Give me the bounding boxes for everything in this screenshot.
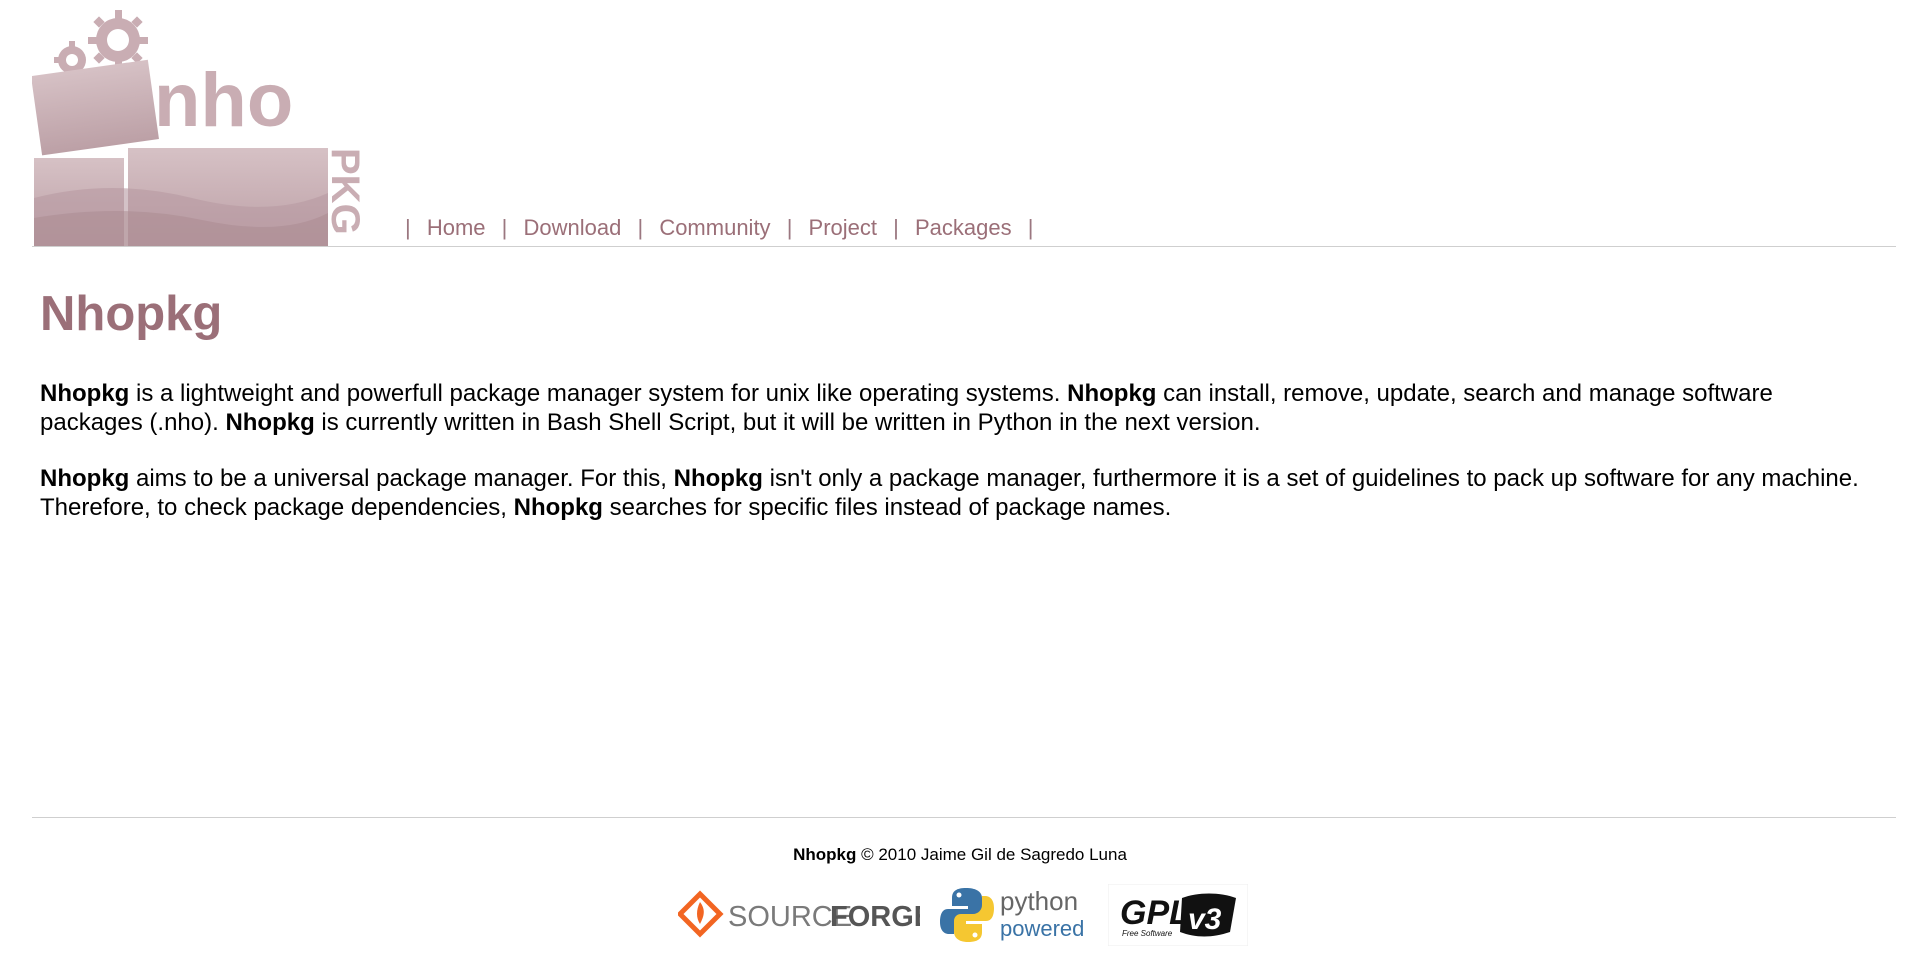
paragraph-text: aims to be a universal package manager. … — [129, 465, 674, 492]
nav-separator: | — [637, 215, 644, 240]
footer-badges: SOURCE FORGE python powered GPL v3 Free … — [678, 884, 1248, 946]
footer-brand: Nhopkg — [793, 845, 857, 864]
nhopkg-logo[interactable]: nho PKG — [32, 8, 362, 246]
nav-separator: | — [1027, 215, 1034, 240]
paragraph-text: searches for specific files instead of p… — [602, 494, 1172, 521]
footer-copyright: Nhopkg © 2010 Jaime Gil de Sagredo Luna — [0, 845, 1920, 865]
python-logo-icon — [940, 888, 994, 942]
python-powered-badge[interactable]: python powered — [940, 884, 1090, 946]
main-nav: | Home | Download | Community | Project … — [395, 215, 1043, 241]
powered-word: powered — [1000, 916, 1084, 941]
brand-name: Nhopkg — [40, 465, 130, 492]
nav-link-download[interactable]: Download — [524, 215, 622, 240]
nav-link-project[interactable]: Project — [809, 215, 877, 240]
brand-name: Nhopkg — [1067, 380, 1157, 407]
page: nho PKG | Home | Download | Community | … — [0, 0, 1920, 967]
header: nho PKG | Home | Download | Community | … — [32, 0, 1896, 247]
logo-side-text: PKG — [323, 148, 362, 235]
nav-separator: | — [405, 215, 411, 240]
nav-separator: | — [786, 215, 793, 240]
gpl-word: GPL — [1120, 894, 1190, 932]
sourceforge-word2: FORGE — [830, 901, 920, 933]
page-title: Nhopkg — [40, 287, 223, 341]
paragraph-text: is currently written in Bash Shell Scrip… — [314, 409, 1261, 436]
v3-word: v3 — [1188, 903, 1222, 936]
brand-name: Nhopkg — [40, 380, 130, 407]
brand-name: Nhopkg — [673, 465, 763, 492]
nav-separator: | — [501, 215, 508, 240]
gplv3-badge[interactable]: GPL v3 Free Software — [1108, 884, 1248, 946]
sourceforge-badge[interactable]: SOURCE FORGE — [678, 884, 920, 946]
brand-name: Nhopkg — [225, 409, 315, 436]
goal-paragraph: Nhopkg aims to be a universal package ma… — [40, 464, 1880, 522]
footer-divider — [32, 817, 1896, 818]
brand-name: Nhopkg — [513, 494, 603, 521]
logo-text: nho — [154, 58, 293, 143]
nav-link-home[interactable]: Home — [427, 215, 486, 240]
paragraph-text: is a lightweight and powerfull package m… — [129, 380, 1068, 407]
nav-link-community[interactable]: Community — [659, 215, 770, 240]
copyright-text: © 2010 Jaime Gil de Sagredo Luna — [861, 845, 1127, 864]
gpl-logo-icon: GPL v3 Free Software — [1120, 893, 1236, 938]
python-word: python — [1000, 886, 1078, 916]
nav-link-packages[interactable]: Packages — [915, 215, 1012, 240]
main-content: Nhopkg Nhopkg is a lightweight and power… — [40, 285, 1880, 521]
sourceforge-icon — [678, 890, 724, 938]
free-software-caption: Free Software — [1122, 929, 1173, 938]
intro-paragraph: Nhopkg is a lightweight and powerfull pa… — [40, 379, 1880, 437]
nav-separator: | — [893, 215, 899, 240]
